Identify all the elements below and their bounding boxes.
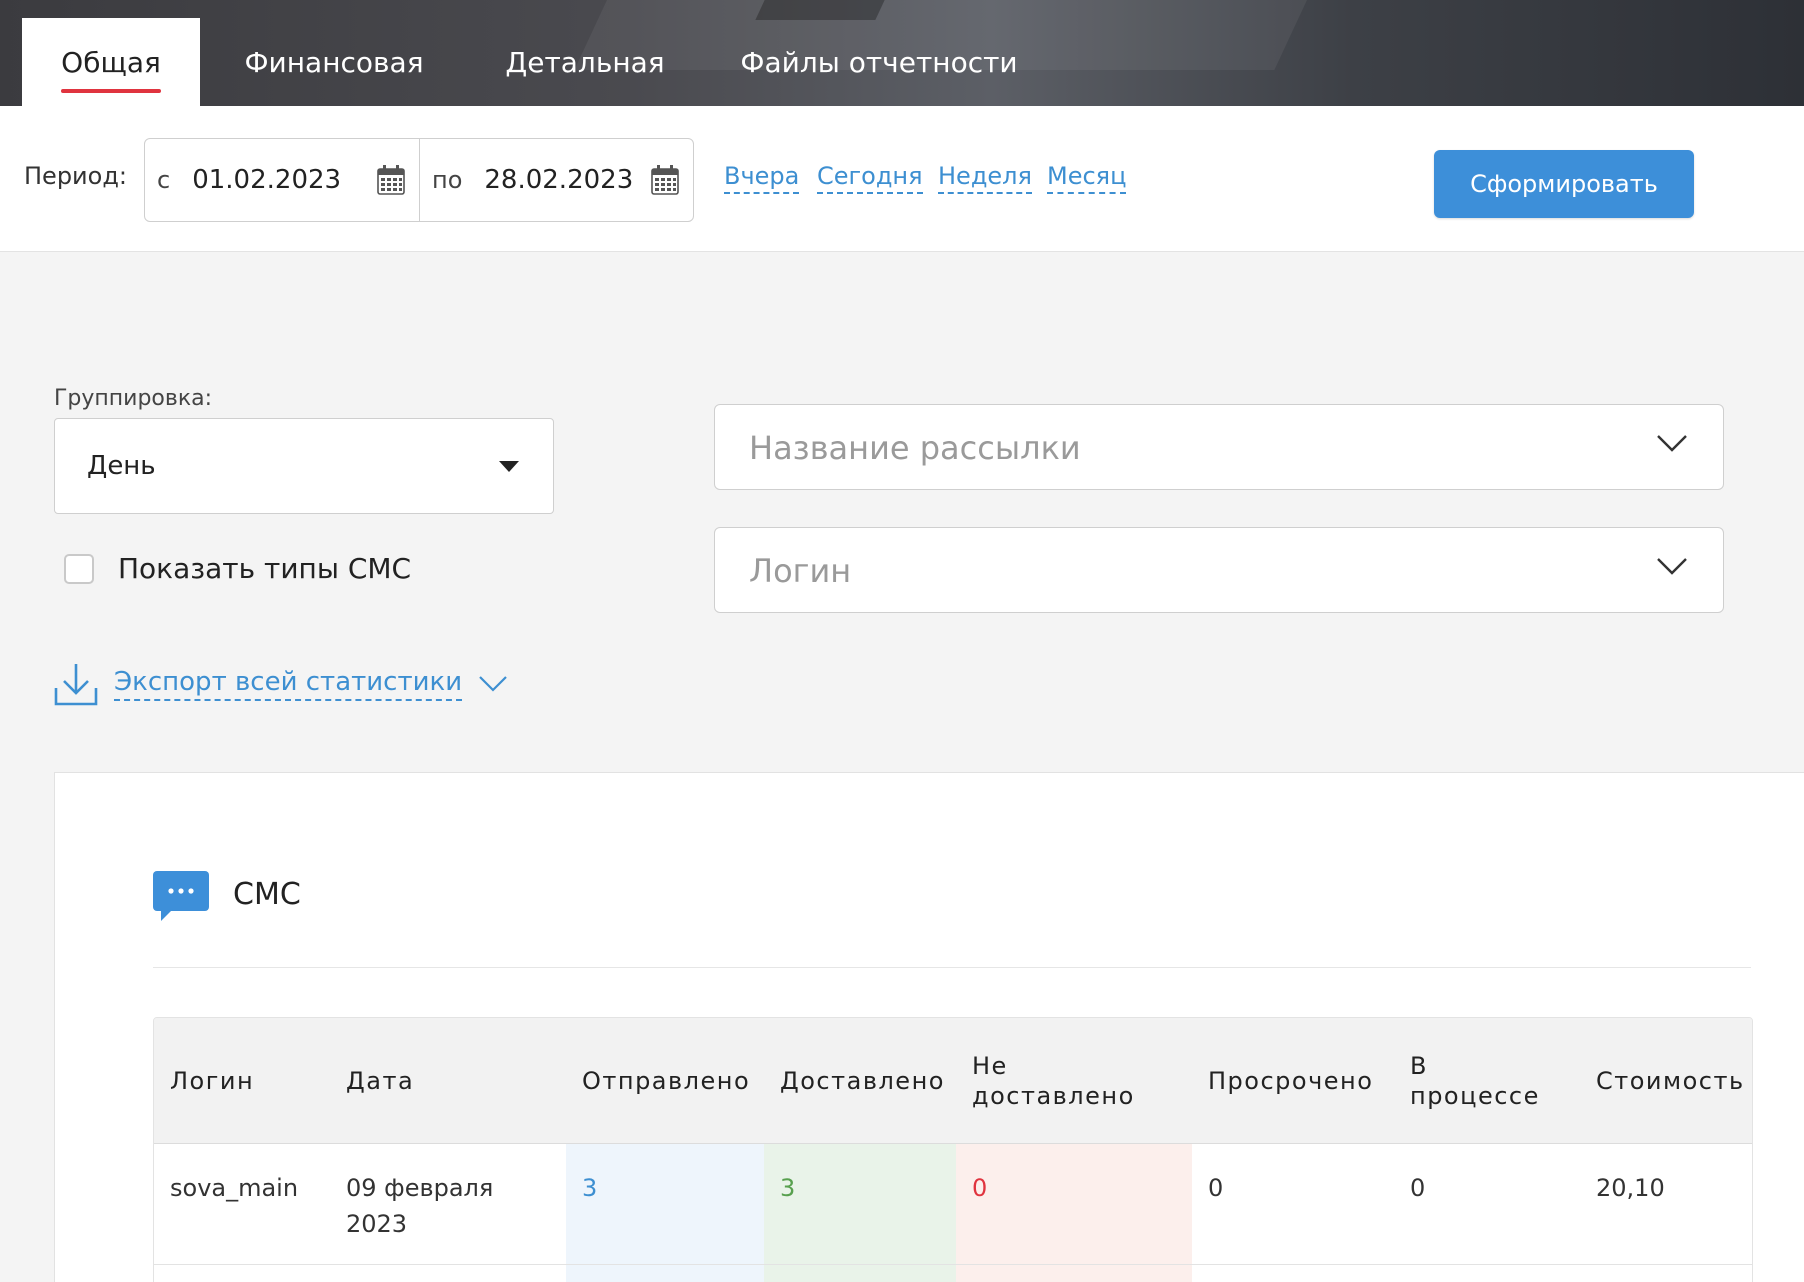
quick-week[interactable]: Неделя: [938, 162, 1032, 194]
show-types-label: Показать типы СМС: [118, 552, 412, 585]
cell-cost: 20,10: [1596, 1174, 1665, 1202]
date-to-field[interactable]: по 28.02.2023: [419, 139, 693, 221]
cell-sent[interactable]: 3: [566, 1144, 764, 1264]
quick-yesterday[interactable]: Вчера: [724, 162, 800, 194]
table-row: [154, 1264, 1752, 1282]
chevron-down-icon: [1657, 435, 1687, 452]
divider: [153, 967, 1751, 968]
cell-delivered[interactable]: 3: [764, 1144, 956, 1264]
grouping-value: День: [87, 451, 156, 481]
caret-down-icon: [499, 461, 519, 472]
column-header[interactable]: В процессе: [1394, 1018, 1580, 1143]
sms-stats-table: Логин Дата Отправлено Доставлено Не дост…: [153, 1017, 1753, 1282]
tab-detailed[interactable]: Детальная: [488, 18, 682, 106]
top-nav: Общая Финансовая Детальная Файлы отчетно…: [0, 0, 1804, 106]
quick-today[interactable]: Сегодня: [817, 162, 923, 194]
column-header[interactable]: Доставлено: [764, 1018, 956, 1143]
tab-financial[interactable]: Финансовая: [224, 18, 444, 106]
tab-label: Файлы отчетности: [740, 45, 1018, 79]
grouping-label: Группировка:: [54, 386, 213, 411]
column-header[interactable]: Не доставлено: [956, 1018, 1192, 1143]
tab-label: Финансовая: [244, 45, 424, 79]
header-background-shape: [755, 0, 885, 20]
column-header[interactable]: Просрочено: [1192, 1018, 1394, 1143]
column-header[interactable]: Дата: [330, 1018, 566, 1143]
chevron-down-icon[interactable]: [478, 674, 508, 694]
generate-button[interactable]: Сформировать: [1434, 150, 1694, 218]
download-icon: [54, 664, 98, 706]
cell-undelivered[interactable]: 0: [956, 1144, 1192, 1264]
show-types-row: Показать типы СМС: [64, 552, 411, 585]
tab-label: Общая: [61, 45, 161, 93]
card-title: СМС: [233, 877, 301, 912]
cell-expired: 0: [1208, 1174, 1224, 1202]
tab-label: Детальная: [505, 45, 665, 79]
date-range: с 01.02.2023 по 28.02.2023: [144, 138, 694, 222]
chevron-down-icon: [1657, 558, 1687, 575]
calendar-icon[interactable]: [651, 165, 679, 195]
column-header[interactable]: Отправлено: [566, 1018, 764, 1143]
tab-general[interactable]: Общая: [22, 18, 200, 106]
date-to-prefix: по: [432, 166, 463, 194]
campaign-name-dropdown[interactable]: Название рассылки: [714, 404, 1724, 490]
column-header[interactable]: Стоимость: [1580, 1018, 1752, 1143]
export-all-stats-link[interactable]: Экспорт всей статистики: [114, 667, 463, 701]
cell-in-progress: 0: [1410, 1174, 1426, 1202]
export-row[interactable]: Экспорт всей статистики: [54, 660, 508, 708]
login-dropdown[interactable]: Логин: [714, 527, 1724, 613]
calendar-icon[interactable]: [377, 165, 405, 195]
date-to-value: 28.02.2023: [484, 165, 634, 195]
quick-month[interactable]: Месяц: [1047, 162, 1127, 194]
grouping-select[interactable]: День: [54, 418, 554, 514]
campaign-name-placeholder: Название рассылки: [749, 429, 1081, 467]
login-placeholder: Логин: [749, 552, 852, 590]
column-header[interactable]: Логин: [154, 1018, 330, 1143]
table-header: Логин Дата Отправлено Доставлено Не дост…: [154, 1018, 1752, 1144]
tab-report-files[interactable]: Файлы отчетности: [724, 18, 1034, 106]
date-from-prefix: с: [157, 166, 171, 194]
period-bar: Период: с 01.02.2023 по 28.02.2023 Вчера…: [0, 106, 1804, 252]
cell-date: 09 февраля 2023: [346, 1174, 494, 1238]
table-row[interactable]: sova_main 09 февраля 2023 3 3 0 0 0 20,1…: [154, 1144, 1752, 1264]
sms-stats-card: СМС Логин Дата Отправлено Доставлено Не …: [54, 772, 1804, 1282]
date-from-field[interactable]: с 01.02.2023: [145, 139, 419, 221]
show-types-checkbox[interactable]: [64, 553, 94, 584]
cell-login: sova_main: [170, 1174, 299, 1202]
chat-bubble-icon: [153, 871, 209, 921]
period-label: Период:: [24, 162, 128, 190]
date-from-value: 01.02.2023: [192, 165, 342, 195]
